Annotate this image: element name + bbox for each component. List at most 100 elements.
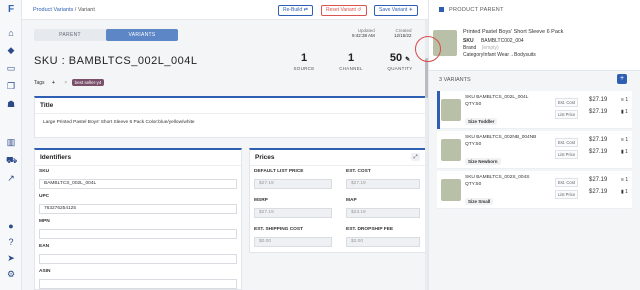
asin-field[interactable]	[39, 279, 237, 289]
source-stat: 1 SOURCE	[292, 52, 316, 71]
est-cost-field[interactable]: $27.19	[346, 179, 420, 189]
variant-image[interactable]	[441, 99, 461, 121]
cart-icon[interactable]: ⛟	[6, 155, 17, 165]
sku-field[interactable]: BAMBLTCS_002L_004L	[39, 179, 237, 189]
right-panel: PRODUCT PARENT Printed Pastel Boys' Shor…	[428, 0, 640, 290]
parent-sku-label: SKU	[463, 38, 474, 44]
variant-sku[interactable]: SKU BAMBLTCS_002S_004S	[465, 175, 529, 180]
updated-value: 9:42:38 AM	[352, 33, 375, 38]
variant-sku[interactable]: SKU BAMBLTCS_002NB_004NB	[465, 135, 536, 140]
variant-image[interactable]	[441, 179, 461, 201]
list-price-value: $27.19	[589, 109, 608, 115]
list-price-label: List Price	[555, 190, 579, 199]
channel-count: 1	[347, 52, 355, 64]
tab-parent[interactable]: PARENT	[34, 29, 106, 41]
product-parent-heading: PRODUCT PARENT	[449, 7, 504, 13]
mpn-label: MPN	[39, 219, 50, 224]
variant-card-1[interactable]: SKU BAMBLTCS_002L_004L QTY:50 Size Toddl…	[437, 91, 632, 129]
quantity-stat: 50 ✎ QUANTITY	[386, 52, 414, 71]
source-badge: 1	[625, 109, 628, 115]
variant-sku[interactable]: SKU BAMBLTCS_002L_004L	[465, 95, 528, 100]
parent-sku-value: BAMBLTC002_004	[480, 38, 524, 44]
add-tag-button[interactable]: +	[52, 80, 55, 86]
variant-card-3[interactable]: SKU BAMBLTCS_002S_004S QTY:50 Size Small…	[437, 171, 632, 209]
variants-count: 3 VARIANTS	[439, 77, 471, 83]
parent-title[interactable]: Printed Pastel Boys' Short Sleeve 6 Pack	[463, 29, 563, 35]
tag-icon[interactable]: ◆	[6, 45, 16, 55]
edit-quantity-icon[interactable]: ✎	[405, 57, 410, 63]
variants-header: 3 VARIANTS +	[429, 70, 640, 88]
title-input[interactable]: Large Printed Pastel Boys' Short Sleeve …	[39, 119, 421, 129]
breadcrumb-parent[interactable]: Product Variants	[33, 7, 73, 13]
variant-qty: QTY:50	[465, 142, 482, 147]
variant-sku-title: SKU : BAMBLTCS_002L_004L	[34, 55, 198, 67]
view-tabs: PARENT VARIANTS	[34, 29, 178, 41]
click-indicator	[415, 36, 441, 62]
parent-category-value: Infant Wear→Bodysuits	[483, 52, 536, 58]
variant-qty: QTY:50	[465, 182, 482, 187]
tags-label: Tags	[34, 80, 45, 86]
dropship-fee-field[interactable]: $2.00	[346, 237, 420, 247]
copy-icon[interactable]: ❐	[6, 81, 16, 91]
updated-date: Updated 9:42:38 AM	[352, 28, 375, 38]
save-variant-button[interactable]: Save Variant ✈	[374, 5, 418, 16]
source-count: 1	[300, 52, 308, 64]
inbox-icon[interactable]: ▭	[6, 63, 16, 73]
qty-badge: 1	[625, 137, 629, 143]
rocket-icon[interactable]: ➤	[6, 253, 16, 263]
map-field[interactable]: $23.19	[346, 208, 420, 218]
rebuild-button[interactable]: Re-Build ⇄	[278, 5, 313, 16]
source-label: SOURCE	[293, 66, 315, 71]
msrp-field[interactable]: $27.19	[254, 208, 332, 218]
qty-badge: 1	[625, 97, 629, 103]
identifiers-heading: Identifiers	[35, 150, 241, 166]
source-badge-icon: ▮ 1	[621, 109, 628, 115]
breadcrumb-current: Variant	[77, 7, 95, 13]
list-price-value: $27.19	[589, 149, 608, 155]
qty-badge-icon: ≡ 1	[621, 137, 629, 143]
product-parent-marker-icon	[439, 7, 444, 12]
ean-field[interactable]	[39, 254, 237, 264]
shipping-cost-field[interactable]: $0.00	[254, 237, 332, 247]
users-icon[interactable]: ☗	[6, 99, 16, 109]
logo-icon[interactable]: F	[6, 5, 16, 15]
left-sidebar: F ⌂ ◆ ▭ ❐ ☗ ▥ ⛟ ↗ ● ? ➤ ⚙	[0, 0, 22, 290]
default-list-price-field[interactable]: $27.19	[254, 179, 332, 189]
mpn-field[interactable]	[39, 229, 237, 239]
source-badge-icon: ▮ 1	[621, 189, 628, 195]
top-bar: Product Variants / Variant Re-Build ⇄ Re…	[22, 0, 428, 20]
remove-tag-icon[interactable]: ×	[64, 80, 67, 86]
qty-badge: 1	[625, 177, 629, 183]
msrp-label: MSRP	[254, 198, 268, 203]
building-icon[interactable]: ▥	[6, 137, 16, 147]
upc-label: UPC	[39, 194, 50, 199]
chat-icon[interactable]: ●	[6, 221, 16, 231]
variant-image[interactable]	[441, 139, 461, 161]
parent-category-label: Category	[463, 52, 484, 58]
expand-icon[interactable]: ⤢	[411, 153, 420, 161]
default-list-price-label: DEFAULT LIST PRICE	[254, 169, 304, 174]
variant-card-2[interactable]: SKU BAMBLTCS_002NB_004NB QTY:50 Size New…	[437, 131, 632, 169]
variant-list: SKU BAMBLTCS_002L_004L QTY:50 Size Toddl…	[429, 88, 640, 290]
chart-icon[interactable]: ↗	[6, 173, 16, 183]
reset-variant-button[interactable]: Reset Variant ↺	[321, 5, 367, 16]
source-badge: 1	[625, 149, 628, 155]
upc-field[interactable]: 763276254125	[39, 204, 237, 214]
add-variant-button[interactable]: +	[617, 74, 627, 84]
identifiers-card: Identifiers SKU BAMBLTCS_002L_004L UPC 7…	[34, 148, 242, 290]
ean-label: EAN	[39, 244, 50, 249]
quantity-count: 50	[389, 52, 403, 64]
prices-card: Prices ⤢ DEFAULT LIST PRICE $27.19 EST. …	[249, 148, 426, 253]
source-badge: 1	[625, 189, 628, 195]
help-icon[interactable]: ?	[6, 237, 16, 247]
tag-chip[interactable]: best seller-y4	[71, 79, 105, 86]
title-card: Title Large Printed Pastel Boys' Short S…	[34, 96, 426, 138]
map-label: MAP	[346, 198, 357, 203]
main-panel: Product Variants / Variant Re-Build ⇄ Re…	[22, 0, 428, 290]
selected-indicator	[437, 91, 440, 129]
settings-icon[interactable]: ⚙	[6, 269, 16, 279]
home-icon[interactable]: ⌂	[6, 28, 16, 38]
est-cost-value: $27.19	[589, 177, 608, 183]
parent-brand-label: Brand	[463, 45, 477, 51]
tab-variants[interactable]: VARIANTS	[106, 29, 178, 41]
